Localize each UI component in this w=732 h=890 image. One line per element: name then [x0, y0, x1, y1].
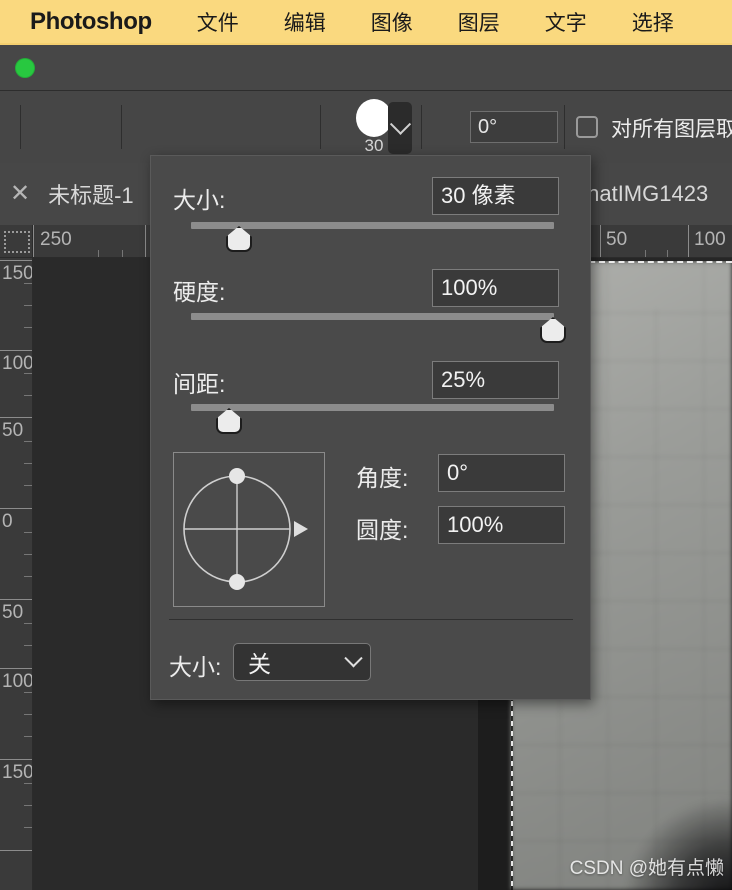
- roundness-input[interactable]: 100%: [438, 506, 565, 544]
- window-title-bar: [0, 45, 732, 91]
- ruler-label-vertical: 50: [2, 602, 24, 623]
- csdn-watermark: CSDN @她有点懒: [569, 858, 724, 879]
- document-tab-label: :hatIMG1423: [581, 181, 709, 206]
- ruler-label-horizontal: 250: [40, 229, 72, 250]
- toolbar-divider: [564, 105, 565, 149]
- ruler-tick-major: [0, 417, 32, 418]
- brush-picker-dropdown-button[interactable]: [388, 102, 412, 154]
- ruler-tick-major: [688, 225, 689, 257]
- chevron-down-icon: [389, 113, 411, 135]
- close-icon[interactable]: ✕: [10, 182, 30, 206]
- ruler-tick-major: [0, 759, 32, 760]
- menu-item-image[interactable]: 图像: [371, 7, 413, 37]
- brush-settings-panel[interactable]: 大小: 30 像素 硬度: 100% 间距: 25% 角度: 0° 圆度: 10…: [150, 155, 591, 700]
- angle-input[interactable]: 0°: [438, 454, 565, 492]
- ruler-tick-minor: [24, 783, 32, 784]
- angle-input[interactable]: 0°: [470, 111, 558, 143]
- ruler-tick-major: [0, 508, 32, 509]
- ruler-tick-major: [145, 225, 146, 257]
- spacing-label: 间距:: [173, 371, 226, 397]
- ruler-tick-minor: [24, 827, 32, 828]
- ruler-label-vertical: 100: [2, 671, 33, 692]
- angle-label: 角度:: [356, 465, 409, 491]
- ruler-tick-minor: [24, 373, 32, 374]
- ruler-label-vertical: 0: [2, 511, 13, 532]
- ruler-tick-minor: [24, 441, 32, 442]
- hardness-label: 硬度:: [173, 279, 226, 305]
- ruler-tick-major: [600, 225, 601, 257]
- ruler-label-vertical: 100: [2, 353, 33, 374]
- ruler-tick-minor: [24, 736, 32, 737]
- size-input[interactable]: 30 像素: [432, 177, 559, 215]
- toolbar-divider: [421, 105, 422, 149]
- ruler-tick-minor: [24, 576, 32, 577]
- chevron-down-icon: [344, 648, 363, 667]
- ruler-tick-major: [0, 350, 32, 351]
- toolbar-divider: [20, 105, 21, 149]
- ruler-tick-minor: [24, 714, 32, 715]
- spacing-slider-track[interactable]: [191, 404, 554, 411]
- roundness-label: 圆度:: [356, 517, 409, 543]
- window-maximize-button[interactable]: [15, 58, 35, 78]
- ruler-tick-minor: [24, 395, 32, 396]
- ruler-tick-major: [33, 225, 34, 257]
- size-control-label: 大小:: [169, 654, 222, 680]
- sample-all-layers-checkbox[interactable]: [576, 116, 598, 138]
- spacing-input[interactable]: 25%: [432, 361, 559, 399]
- sample-all-layers-label: 对所有图层取样: [611, 118, 732, 141]
- toolbar-divider: [121, 105, 122, 149]
- ruler-tick-minor: [24, 485, 32, 486]
- document-tab-label: 未标题-1: [48, 183, 134, 208]
- ruler-label-horizontal: 100: [694, 229, 726, 250]
- ruler-tick-minor: [24, 305, 32, 306]
- menu-item-file[interactable]: 文件: [197, 7, 239, 37]
- ruler-tick-major: [0, 260, 32, 261]
- ruler-tick-major: [0, 599, 32, 600]
- size-control-dropdown[interactable]: 关: [233, 643, 371, 681]
- angle-roundness-diagram-icon: [183, 468, 308, 590]
- ruler-tick-minor: [24, 327, 32, 328]
- ruler-tick-minor: [122, 250, 123, 257]
- vertical-ruler[interactable]: 150 100 50 0 50 100 150: [0, 225, 33, 890]
- size-slider-track[interactable]: [191, 222, 554, 229]
- angle-roundness-control[interactable]: [173, 452, 325, 607]
- ruler-label-horizontal: 50: [606, 229, 628, 250]
- ruler-label-vertical: 150: [2, 263, 33, 284]
- menu-item-type[interactable]: 文字: [545, 7, 587, 37]
- ruler-tick-major: [0, 850, 32, 851]
- ruler-tick-minor: [24, 805, 32, 806]
- menu-item-edit[interactable]: 编辑: [284, 7, 326, 37]
- app-name-label: Photoshop: [30, 7, 152, 35]
- size-control-value: 关: [248, 651, 271, 677]
- ruler-tick-minor: [24, 623, 32, 624]
- ruler-tick-minor: [24, 692, 32, 693]
- ruler-tick-minor: [645, 250, 646, 257]
- ruler-tick-minor: [667, 250, 668, 257]
- ruler-label-vertical: 150: [2, 762, 33, 783]
- hardness-slider-track[interactable]: [191, 313, 554, 320]
- ruler-tick-minor: [24, 463, 32, 464]
- size-label: 大小:: [173, 187, 226, 213]
- photoshop-window: Photoshop 文件 编辑 图像 图层 文字 选择 30 0° 对所有图层取…: [0, 0, 732, 890]
- toolbar-divider: [320, 105, 321, 149]
- ruler-tick-minor: [98, 250, 99, 257]
- ruler-tick-minor: [24, 283, 32, 284]
- menu-bar: Photoshop 文件 编辑 图像 图层 文字 选择: [0, 0, 732, 45]
- panel-divider: [169, 619, 573, 620]
- ruler-tick-major: [0, 668, 32, 669]
- hardness-input[interactable]: 100%: [432, 269, 559, 307]
- ruler-label-vertical: 50: [2, 420, 24, 441]
- ruler-tick-minor: [24, 532, 32, 533]
- menu-item-layer[interactable]: 图层: [458, 7, 500, 37]
- ruler-tick-minor: [24, 554, 32, 555]
- menu-item-select[interactable]: 选择: [632, 7, 674, 37]
- brush-tip-circle-icon: [356, 99, 392, 137]
- ruler-tick-minor: [24, 645, 32, 646]
- ruler-origin-corner[interactable]: [0, 225, 33, 258]
